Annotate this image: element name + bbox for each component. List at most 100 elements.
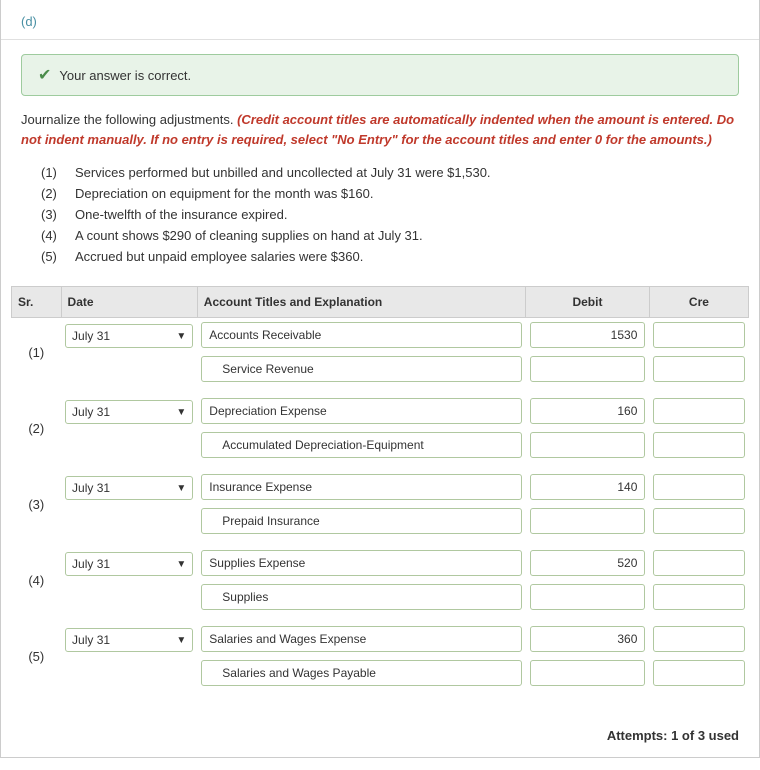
chevron-down-icon: ▼ — [176, 331, 186, 342]
section-d: (d) — [1, 0, 759, 40]
credit-cell — [649, 428, 748, 462]
credit-input[interactable] — [653, 432, 744, 458]
debit-cell — [526, 318, 650, 353]
journal-table-wrapper: Sr. Date Account Titles and Explanation … — [1, 286, 759, 718]
account-cell — [197, 622, 525, 656]
account-cell — [197, 318, 525, 353]
attempts-bar: Attempts: 1 of 3 used — [1, 718, 759, 757]
credit-input[interactable] — [653, 550, 744, 576]
header-debit: Debit — [526, 287, 650, 318]
account-input[interactable] — [201, 626, 521, 652]
credit-cell — [649, 318, 748, 353]
debit-input[interactable] — [530, 626, 646, 652]
debit-cell — [526, 352, 650, 386]
date-dropdown[interactable]: July 31 ▼ — [65, 324, 193, 348]
debit-input[interactable] — [530, 660, 646, 686]
debit-input[interactable] — [530, 550, 646, 576]
credit-input[interactable] — [653, 626, 744, 652]
header-account: Account Titles and Explanation — [197, 287, 525, 318]
date-dropdown[interactable]: July 31 ▼ — [65, 400, 193, 424]
date-value: July 31 — [72, 633, 110, 647]
instructions-main: Journalize the following adjustments. — [21, 112, 233, 127]
debit-input[interactable] — [530, 432, 646, 458]
journal-table: Sr. Date Account Titles and Explanation … — [11, 286, 749, 698]
spacer-row — [12, 462, 749, 470]
account-cell — [197, 394, 525, 428]
credit-cell — [649, 656, 748, 690]
account-input[interactable] — [201, 432, 521, 458]
credit-input[interactable] — [653, 398, 744, 424]
list-item: (4) A count shows $290 of cleaning suppl… — [41, 228, 739, 243]
spacer-row — [12, 614, 749, 622]
account-input[interactable] — [201, 474, 521, 500]
account-cell — [197, 428, 525, 462]
account-cell — [197, 470, 525, 504]
account-input[interactable] — [201, 660, 521, 686]
chevron-down-icon: ▼ — [176, 407, 186, 418]
sr-cell: (5) — [12, 622, 62, 690]
debit-cell — [526, 470, 650, 504]
date-dropdown[interactable]: July 31 ▼ — [65, 476, 193, 500]
account-input[interactable] — [201, 508, 521, 534]
credit-cell — [649, 394, 748, 428]
account-input[interactable] — [201, 356, 521, 382]
account-input[interactable] — [201, 584, 521, 610]
credit-input[interactable] — [653, 660, 744, 686]
debit-input[interactable] — [530, 508, 646, 534]
date-cell[interactable]: July 31▼ — [61, 622, 197, 690]
main-container: (d) ✔ Your answer is correct. Journalize… — [0, 0, 760, 758]
credit-cell — [649, 622, 748, 656]
date-dropdown[interactable]: July 31▼ — [65, 552, 193, 576]
sr-cell: (2) — [12, 394, 62, 462]
list-item: (2) Depreciation on equipment for the mo… — [41, 186, 739, 201]
debit-cell — [526, 656, 650, 690]
credit-cell — [649, 352, 748, 386]
check-icon: ✔ — [38, 65, 51, 85]
table-row: (3)July 31▼ — [12, 470, 749, 504]
credit-input[interactable] — [653, 356, 744, 382]
credit-cell — [649, 470, 748, 504]
chevron-down-icon: ▼ — [176, 483, 186, 494]
date-dropdown[interactable]: July 31▼ — [65, 628, 193, 652]
credit-input[interactable] — [653, 322, 744, 348]
date-value: July 31 — [72, 405, 110, 419]
credit-input[interactable] — [653, 474, 744, 500]
debit-cell — [526, 546, 650, 580]
spacer-row — [12, 386, 749, 394]
date-value: July 31 — [72, 329, 110, 343]
debit-input[interactable] — [530, 474, 646, 500]
date-cell[interactable]: July 31 ▼ — [61, 318, 197, 387]
credit-input[interactable] — [653, 584, 744, 610]
credit-cell — [649, 546, 748, 580]
date-value: July 31 — [72, 481, 110, 495]
debit-input[interactable] — [530, 398, 646, 424]
account-cell — [197, 580, 525, 614]
correct-banner: ✔ Your answer is correct. — [21, 54, 739, 96]
sr-cell: (3) — [12, 470, 62, 538]
list-item: (5) Accrued but unpaid employee salaries… — [41, 249, 739, 264]
date-cell[interactable]: July 31▼ — [61, 546, 197, 614]
account-input[interactable] — [201, 322, 521, 348]
credit-cell — [649, 504, 748, 538]
account-cell — [197, 504, 525, 538]
header-date: Date — [61, 287, 197, 318]
table-row: (5)July 31▼ — [12, 622, 749, 656]
account-input[interactable] — [201, 398, 521, 424]
account-input[interactable] — [201, 550, 521, 576]
table-row: (4)July 31▼ — [12, 546, 749, 580]
debit-input[interactable] — [530, 322, 646, 348]
table-row: (1)July 31▼ — [12, 318, 749, 353]
debit-cell — [526, 580, 650, 614]
debit-cell — [526, 428, 650, 462]
date-cell[interactable]: July 31 ▼ — [61, 470, 197, 538]
debit-input[interactable] — [530, 356, 646, 382]
debit-input[interactable] — [530, 584, 646, 610]
sr-cell: (1) — [12, 318, 62, 387]
date-cell[interactable]: July 31 ▼ — [61, 394, 197, 462]
credit-input[interactable] — [653, 508, 744, 534]
header-credit: Cre — [649, 287, 748, 318]
credit-cell — [649, 580, 748, 614]
list-item: (1) Services performed but unbilled and … — [41, 165, 739, 180]
account-cell — [197, 656, 525, 690]
correct-text: Your answer is correct. — [59, 68, 191, 83]
